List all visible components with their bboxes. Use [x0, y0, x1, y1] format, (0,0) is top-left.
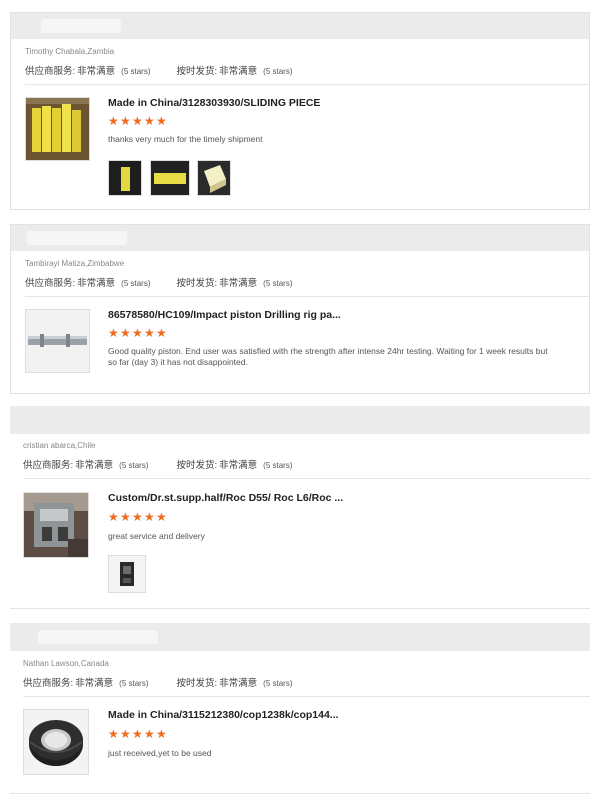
delivery-value: 非常满意: [219, 460, 258, 471]
star-icon: ★: [120, 510, 131, 524]
reviewer-name: Nathan Lawson,Canada: [23, 659, 109, 668]
star-icon: ★: [144, 510, 155, 524]
supplier-service-value: 非常满意: [77, 66, 116, 77]
review-card: Tambirayi Matiza,Zimbabwe 供应商服务: 非常满意 (5…: [10, 224, 590, 394]
supplier-service-value: 非常满意: [75, 678, 114, 689]
star-icon: ★: [120, 114, 131, 128]
review-comment: thanks very much for the timely shipment: [108, 134, 263, 144]
yellow-part-photo-1: [109, 161, 141, 195]
delivery-stars: (5 stars): [263, 67, 293, 76]
delivery-label: 按时发货:: [176, 460, 218, 471]
divider: [10, 608, 590, 609]
yellow-part-photo-3: [198, 161, 230, 195]
supplier-service-value: 非常满意: [75, 460, 114, 471]
star-icon: ★: [108, 510, 119, 524]
star-icon: ★: [144, 727, 155, 741]
supplier-service-stars: (5 stars): [121, 67, 151, 76]
reviewer-name: Timothy Chabala,Zambia: [25, 47, 115, 56]
star-icon: ★: [120, 727, 131, 741]
card-header-band: [10, 623, 590, 651]
product-title[interactable]: Custom/Dr.st.supp.half/Roc D55/ Roc L6/R…: [108, 492, 343, 504]
review-photo[interactable]: [150, 160, 190, 196]
divider: [10, 793, 590, 794]
ratings-row: 供应商服务: 非常满意 (5 stars) 按时发货: 非常满意 (5 star…: [25, 275, 293, 289]
delivery-stars: (5 stars): [263, 679, 293, 688]
delivery-value: 非常满意: [219, 66, 258, 77]
review-card: Nathan Lawson,Canada 供应商服务: 非常满意 (5 star…: [10, 623, 590, 800]
review-comment: great service and delivery: [108, 531, 205, 541]
star-icon: ★: [144, 326, 155, 340]
review-photo[interactable]: [197, 160, 231, 196]
star-icon: ★: [132, 727, 143, 741]
card-header-band: [11, 13, 589, 39]
product-title[interactable]: 86578580/HC109/Impact piston Drilling ri…: [108, 309, 341, 321]
supplier-service-value: 非常满意: [77, 278, 116, 289]
divider: [25, 296, 589, 297]
delivery-value: 非常满意: [219, 278, 258, 289]
review-comment: Good quality piston. End user was satisf…: [108, 346, 548, 367]
delivery-stars: (5 stars): [263, 461, 293, 470]
review-comment: just received,yet to be used: [108, 748, 212, 758]
ratings-row: 供应商服务: 非常满意 (5 stars) 按时发货: 非常满意 (5 star…: [25, 63, 293, 77]
supplier-service-label: 供应商服务:: [25, 278, 76, 289]
reviewer-name: Tambirayi Matiza,Zimbabwe: [25, 259, 125, 268]
product-thumbnail[interactable]: [23, 709, 89, 775]
impact-piston-image: [26, 310, 89, 372]
rating-stars: ★ ★ ★ ★ ★: [108, 510, 167, 524]
ratings-row: 供应商服务: 非常满意 (5 stars) 按时发货: 非常满意 (5 star…: [23, 675, 293, 689]
star-icon: ★: [144, 114, 155, 128]
star-icon: ★: [132, 510, 143, 524]
reviewer-name: cristian abarca,Chile: [23, 441, 96, 450]
review-card: cristian abarca,Chile 供应商服务: 非常满意 (5 sta…: [10, 406, 590, 608]
product-thumbnail[interactable]: [25, 309, 90, 373]
ratings-row: 供应商服务: 非常满意 (5 stars) 按时发货: 非常满意 (5 star…: [23, 457, 293, 471]
rating-stars: ★ ★ ★ ★ ★: [108, 727, 167, 741]
divider: [23, 478, 590, 479]
review-card: Timothy Chabala,Zambia 供应商服务: 非常满意 (5 st…: [10, 12, 590, 210]
yellow-sliding-piece-image: [26, 98, 89, 160]
delivery-label: 按时发货:: [176, 66, 218, 77]
star-icon: ★: [156, 727, 167, 741]
star-icon: ★: [132, 114, 143, 128]
yellow-part-photo-2: [151, 161, 189, 195]
product-title[interactable]: Made in China/3115212380/cop1238k/cop144…: [108, 709, 339, 721]
product-title[interactable]: Made in China/3128303930/SLIDING PIECE: [108, 97, 320, 109]
card-header-band: [10, 406, 590, 434]
review-photo[interactable]: [108, 160, 142, 196]
seal-ring-image: [24, 710, 88, 774]
delivery-label: 按时发货:: [176, 678, 218, 689]
card-header-band: [11, 225, 589, 251]
supplier-service-stars: (5 stars): [119, 679, 149, 688]
rating-stars: ★ ★ ★ ★ ★: [108, 326, 167, 340]
product-thumbnail[interactable]: [25, 97, 90, 161]
star-icon: ★: [132, 326, 143, 340]
supplier-service-label: 供应商服务:: [25, 66, 76, 77]
star-icon: ★: [156, 326, 167, 340]
star-icon: ★: [156, 510, 167, 524]
support-half-photo-1: [109, 556, 145, 592]
support-half-image: [24, 493, 88, 557]
delivery-stars: (5 stars): [263, 279, 293, 288]
delivery-value: 非常满意: [219, 678, 258, 689]
divider: [25, 84, 589, 85]
divider: [23, 696, 590, 697]
supplier-service-label: 供应商服务:: [23, 460, 74, 471]
star-icon: ★: [120, 326, 131, 340]
star-icon: ★: [108, 326, 119, 340]
delivery-label: 按时发货:: [176, 278, 218, 289]
star-icon: ★: [156, 114, 167, 128]
review-photo[interactable]: [108, 555, 146, 593]
supplier-service-stars: (5 stars): [119, 461, 149, 470]
star-icon: ★: [108, 114, 119, 128]
supplier-service-stars: (5 stars): [121, 279, 151, 288]
star-icon: ★: [108, 727, 119, 741]
product-thumbnail[interactable]: [23, 492, 89, 558]
rating-stars: ★ ★ ★ ★ ★: [108, 114, 167, 128]
supplier-service-label: 供应商服务:: [23, 678, 74, 689]
